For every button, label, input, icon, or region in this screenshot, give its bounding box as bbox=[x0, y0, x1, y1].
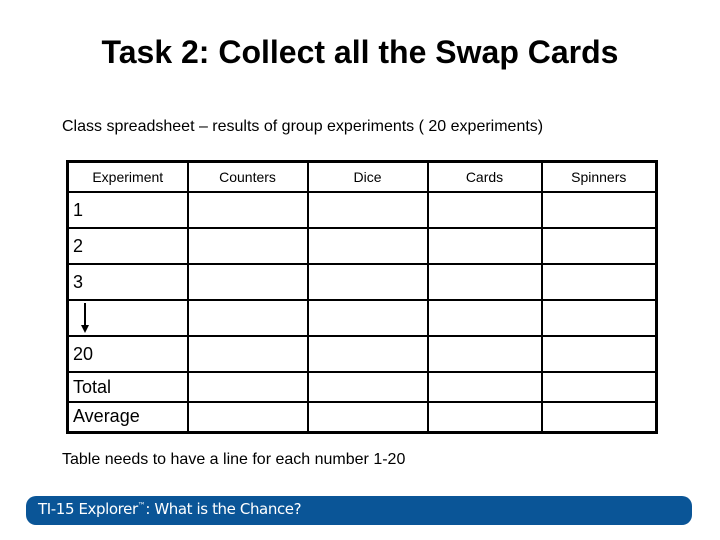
down-arrow-icon bbox=[81, 303, 89, 333]
cell-dice[interactable] bbox=[306, 401, 429, 433]
cell-counters[interactable] bbox=[186, 263, 309, 301]
cell-dice[interactable] bbox=[306, 263, 429, 301]
cell-spinners[interactable] bbox=[540, 335, 658, 373]
header-experiment: Experiment bbox=[66, 160, 189, 193]
cell-spinners[interactable] bbox=[540, 227, 658, 265]
cell-dice[interactable] bbox=[306, 191, 429, 229]
cell-counters[interactable] bbox=[186, 371, 309, 403]
table-row bbox=[66, 299, 658, 337]
table-row: 2 bbox=[66, 227, 658, 265]
cell-dice[interactable] bbox=[306, 299, 429, 337]
cell-cards[interactable] bbox=[426, 335, 543, 373]
table-row: 20 bbox=[66, 335, 658, 373]
footer-brand: TI-15 Explorer bbox=[38, 500, 138, 518]
table-row: 1 bbox=[66, 191, 658, 229]
cell-dice[interactable] bbox=[306, 227, 429, 265]
cell-dice[interactable] bbox=[306, 371, 429, 403]
cell-counters[interactable] bbox=[186, 401, 309, 433]
footer-tagline: : What is the Chance? bbox=[145, 500, 302, 518]
row-label: 20 bbox=[66, 335, 189, 373]
cell-cards[interactable] bbox=[426, 299, 543, 337]
cell-spinners[interactable] bbox=[540, 401, 658, 433]
slide-subtitle: Class spreadsheet – results of group exp… bbox=[62, 118, 544, 135]
footer-title: TI-15 Explorer™: What is the Chance? bbox=[38, 500, 302, 518]
cell-spinners[interactable] bbox=[540, 263, 658, 301]
class-spreadsheet-table: Experiment Counters Dice Cards Spinners … bbox=[66, 160, 658, 434]
cell-cards[interactable] bbox=[426, 371, 543, 403]
cell-cards[interactable] bbox=[426, 263, 543, 301]
table-header-row: Experiment Counters Dice Cards Spinners bbox=[66, 160, 658, 193]
header-dice: Dice bbox=[306, 160, 429, 193]
table-row-average: Average bbox=[66, 401, 658, 433]
cell-cards[interactable] bbox=[426, 401, 543, 433]
row-label bbox=[66, 299, 189, 337]
cell-spinners[interactable] bbox=[540, 371, 658, 403]
cell-cards[interactable] bbox=[426, 227, 543, 265]
cell-counters[interactable] bbox=[186, 227, 309, 265]
cell-counters[interactable] bbox=[186, 191, 309, 229]
row-label: 2 bbox=[66, 227, 189, 265]
table-row-total: Total bbox=[66, 371, 658, 403]
header-cards: Cards bbox=[426, 160, 543, 193]
table-note: Table needs to have a line for each numb… bbox=[62, 451, 406, 468]
row-label: Average bbox=[66, 401, 189, 433]
header-counters: Counters bbox=[186, 160, 309, 193]
slide-title: Task 2: Collect all the Swap Cards bbox=[101, 34, 619, 70]
row-label: 1 bbox=[66, 191, 189, 229]
footer-banner: TI-15 Explorer™: What is the Chance? bbox=[26, 496, 692, 525]
table-row: 3 bbox=[66, 263, 658, 301]
cell-counters[interactable] bbox=[186, 335, 309, 373]
cell-counters[interactable] bbox=[186, 299, 309, 337]
header-spinners: Spinners bbox=[540, 160, 658, 193]
cell-cards[interactable] bbox=[426, 191, 543, 229]
cell-spinners[interactable] bbox=[540, 191, 658, 229]
row-label: Total bbox=[66, 371, 189, 403]
row-label: 3 bbox=[66, 263, 189, 301]
cell-spinners[interactable] bbox=[540, 299, 658, 337]
cell-dice[interactable] bbox=[306, 335, 429, 373]
